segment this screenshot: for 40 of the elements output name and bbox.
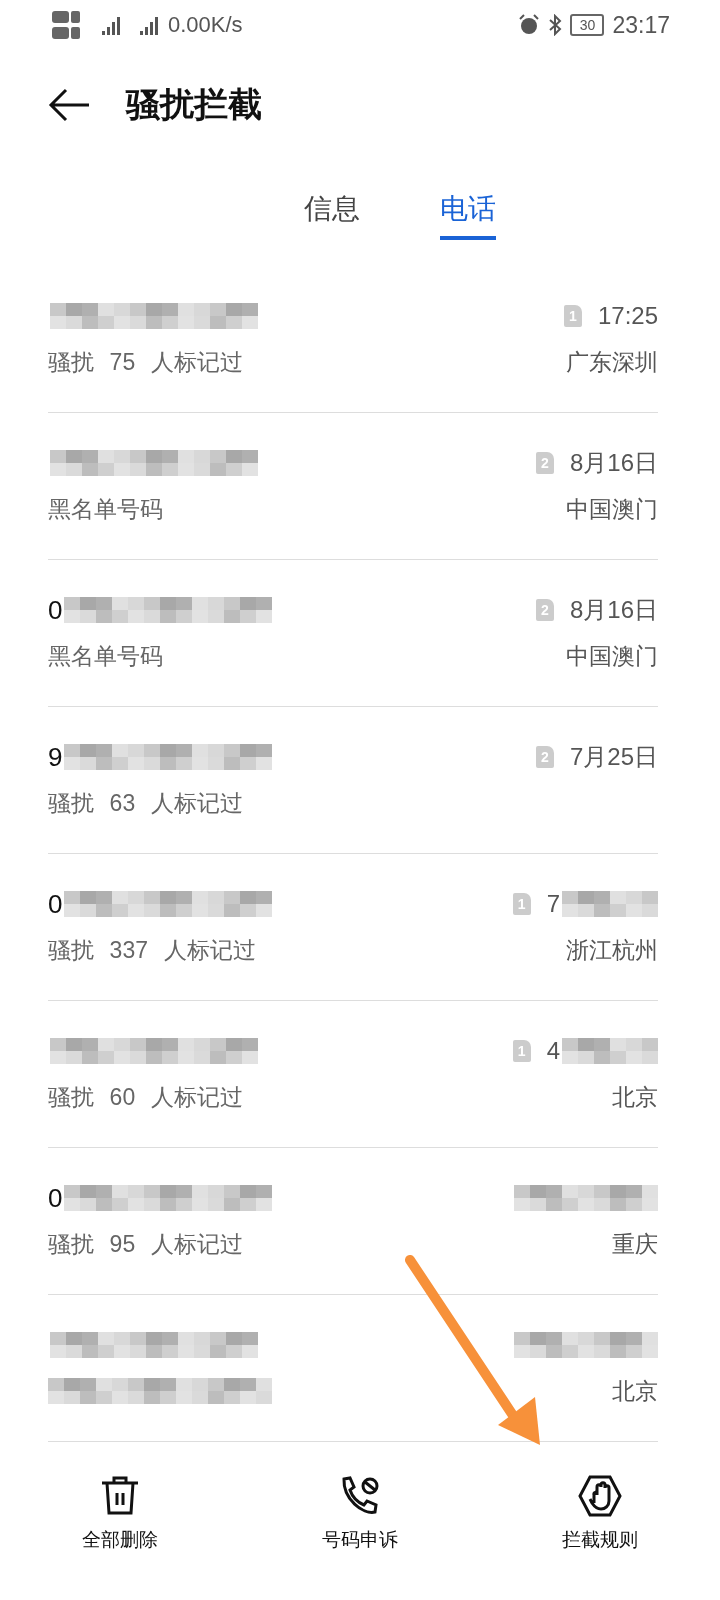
call-location: 中国澳门 — [566, 494, 658, 524]
bluetooth-icon — [548, 14, 563, 36]
hd-icon — [52, 27, 80, 39]
call-time: 7 — [546, 890, 560, 918]
phone-number: 0 — [48, 594, 63, 626]
toolbar-button[interactable]: 号码申诉 — [240, 1475, 480, 1553]
call-time: 8月16日 — [569, 448, 658, 478]
trash-icon — [100, 1475, 140, 1517]
toolbar-button[interactable]: 全部删除 — [0, 1475, 240, 1553]
phone-number: 0 — [48, 1182, 63, 1214]
page-title: 骚扰拦截 — [126, 84, 262, 125]
call-tag: 骚扰 337 人标记过 — [48, 934, 256, 966]
phone-number: 0 — [48, 888, 63, 920]
battery-icon: 30 — [570, 14, 605, 36]
phone-number: 9 — [48, 741, 63, 773]
hd-icon — [52, 11, 80, 23]
back-icon[interactable] — [48, 88, 90, 122]
clock: 23:17 — [612, 11, 670, 39]
tab[interactable]: 信息 — [304, 180, 360, 240]
network-speed: 0.00K/s — [168, 12, 243, 38]
call-location: 广东深圳 — [566, 347, 658, 377]
call-tag: 黑名单号码 — [48, 640, 163, 672]
call-tag: 黑名单号码 — [48, 493, 163, 525]
call-tag: 骚扰 63 人标记过 — [48, 787, 243, 819]
call-time: 8月16日 — [569, 595, 658, 625]
call-tag: 骚扰 75 人标记过 — [48, 346, 243, 378]
alarm-icon — [518, 14, 541, 36]
hand-stop-icon — [578, 1475, 622, 1517]
call-location: 北京 — [612, 1082, 658, 1112]
call-location: 北京 — [612, 1376, 658, 1406]
toolbar-button[interactable]: 拦截规则 — [480, 1475, 720, 1553]
call-time: 17:25 — [597, 302, 658, 330]
call-time: 4 — [546, 1037, 560, 1065]
call-tag: 骚扰 60 人标记过 — [48, 1081, 243, 1113]
call-tag: 骚扰 95 人标记过 — [48, 1228, 243, 1260]
call-location: 中国澳门 — [566, 641, 658, 671]
call-location: 浙江杭州 — [566, 935, 658, 965]
call-time: 7月25日 — [569, 742, 658, 772]
tab[interactable]: 电话 — [440, 180, 496, 240]
call-location: 重庆 — [612, 1229, 658, 1259]
